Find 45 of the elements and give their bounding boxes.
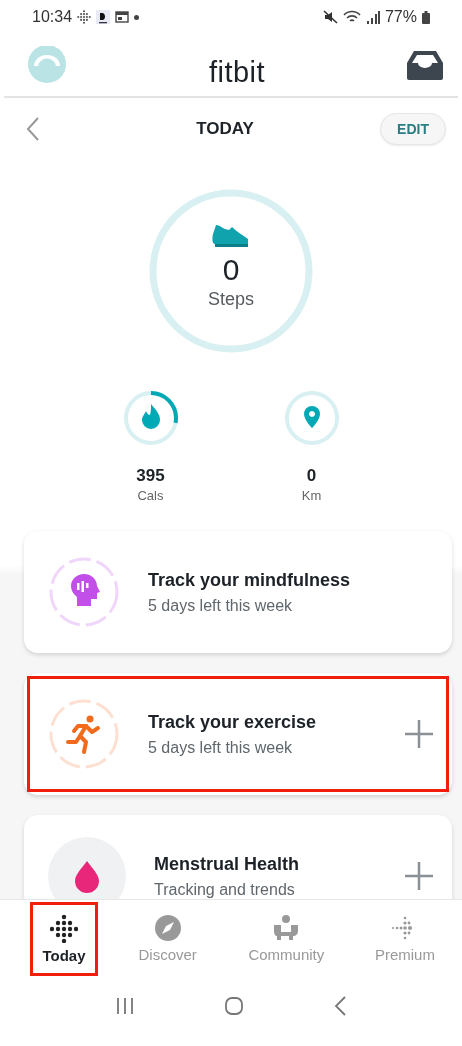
runner-icon <box>48 698 120 770</box>
status-time: 10:34 <box>32 8 73 26</box>
inbox-icon[interactable] <box>406 50 444 80</box>
card-title: Track your mindfulness <box>148 569 352 591</box>
add-icon[interactable] <box>404 861 434 891</box>
dot-icon <box>134 14 140 20</box>
home-icon[interactable] <box>224 996 244 1016</box>
back-icon[interactable] <box>26 116 40 142</box>
steps-value: 0 <box>222 252 240 287</box>
compass-icon <box>153 913 182 942</box>
fitbit-dots-icon <box>77 10 92 24</box>
head-icon <box>48 556 120 628</box>
people-icon <box>272 913 301 942</box>
tracker-card[interactable]: Track your exercise 5 days left this week <box>24 673 452 795</box>
edit-button[interactable]: EDIT <box>380 113 446 145</box>
signal-icon <box>365 10 380 24</box>
steps-label: Steps <box>208 288 254 310</box>
recent-apps-icon[interactable] <box>114 996 135 1016</box>
card-subtitle: Tracking and trends <box>154 880 296 899</box>
calendar-icon <box>115 11 130 23</box>
app-notification-icon <box>96 10 111 24</box>
location-pin-icon <box>303 406 320 428</box>
card-title: Track your exercise <box>148 711 318 733</box>
battery-percent: 77% <box>384 8 417 26</box>
stat-value: 395 <box>136 466 165 486</box>
stat-value: 0 <box>306 466 317 486</box>
card-subtitle: 5 days left this week <box>148 738 294 757</box>
flame-icon <box>141 404 160 429</box>
card-subtitle: 5 days left this week <box>148 596 294 615</box>
tracker-card[interactable]: Menstrual Health Tracking and trends <box>24 815 452 899</box>
stat-unit: Cals <box>137 488 164 503</box>
back-icon[interactable] <box>333 995 348 1017</box>
mute-icon <box>322 10 338 24</box>
dots-logo-icon <box>50 914 78 943</box>
progress-ring <box>284 391 339 445</box>
add-icon[interactable] <box>404 719 434 749</box>
shoe-icon <box>212 222 250 247</box>
fitbit-logo: fitbit <box>208 55 266 89</box>
card-title: Menstrual Health <box>154 853 301 875</box>
stat-unit: Km <box>301 488 322 503</box>
wifi-icon <box>342 10 361 24</box>
battery-icon <box>422 10 430 24</box>
nav-tab[interactable]: Today <box>30 902 98 976</box>
tracker-card[interactable]: Track your mindfulness 5 days left this week <box>24 531 452 653</box>
date-title: TODAY <box>196 119 254 139</box>
